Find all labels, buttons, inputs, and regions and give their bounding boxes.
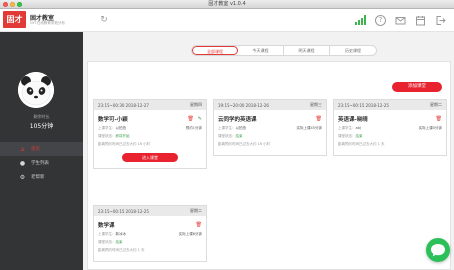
course-card[interactable]: 23:15~00:15 2018-12-25 星期二 数学课 🗑 上课学生：新冰… bbox=[93, 205, 207, 262]
signal-icon bbox=[355, 15, 366, 25]
student-label: 上课学生： bbox=[218, 126, 236, 130]
sidebar-item-label: 学生列表 bbox=[31, 161, 49, 166]
brand-logo: 固才 bbox=[3, 11, 26, 28]
card-weekday: 星期二 bbox=[430, 102, 442, 107]
time-note: 距离预约时间已过去大约 1 天 bbox=[338, 142, 385, 146]
duration-text: 实际上课45分钟 bbox=[296, 126, 322, 130]
trash-icon[interactable]: 🗑 bbox=[196, 222, 202, 228]
card-weekday: 星期四 bbox=[190, 102, 202, 107]
status-value: 结束 bbox=[235, 134, 243, 138]
trash-icon[interactable]: 🗑 bbox=[187, 116, 193, 122]
card-time: 23:15~00:30 2018-12-27 bbox=[98, 102, 149, 108]
card-header: 23:15~00:30 2018-12-27 星期四 bbox=[94, 100, 206, 110]
refresh-icon[interactable]: ↻ bbox=[99, 15, 109, 25]
status-label: 课堂状态： bbox=[98, 134, 116, 138]
logout-icon[interactable] bbox=[435, 15, 446, 26]
student-label: 上课学生： bbox=[98, 232, 116, 236]
tab-all-courses[interactable]: 全部课程 bbox=[192, 46, 238, 55]
sidebar-item-label: 老帮新 bbox=[31, 175, 45, 180]
card-header: 19:15~20:00 2018-12-26 星期三 bbox=[214, 100, 326, 110]
chat-button[interactable] bbox=[426, 238, 450, 262]
card-title: 英语课-晓晴 bbox=[338, 117, 368, 123]
status-label: 课堂状态： bbox=[218, 134, 236, 138]
student-name: abj bbox=[355, 126, 361, 130]
trash-icon[interactable]: 🗑 bbox=[316, 116, 322, 122]
card-header: 23:15~00:15 2018-12-25 星期二 bbox=[334, 100, 446, 110]
duration-text: 预约1分钟 bbox=[185, 126, 202, 130]
status-value: 结束 bbox=[115, 240, 123, 244]
add-classroom-button[interactable]: 添加课堂 bbox=[392, 82, 442, 92]
student-name: 以拍拍 bbox=[115, 126, 127, 130]
trash-icon[interactable]: 🗑 bbox=[436, 116, 442, 122]
course-card[interactable]: 23:15~00:15 2018-12-25 星期二 英语课-晓晴 🗑 上课学生… bbox=[333, 99, 447, 156]
status-value: 结束 bbox=[355, 134, 363, 138]
sidebar-nav: ⌂ 首页 ● 学生列表 ⚙ 老帮新 bbox=[0, 142, 83, 184]
home-icon: ⌂ bbox=[20, 145, 25, 153]
card-title: 数学可-小颖 bbox=[98, 117, 128, 123]
time-note: 距离预约时间已过去大约 16 小时 bbox=[98, 142, 151, 146]
calendar-icon[interactable] bbox=[415, 15, 426, 26]
sidebar-item-home[interactable]: ⌂ 首页 bbox=[0, 142, 83, 156]
card-time: 23:15~00:15 2018-12-25 bbox=[338, 102, 389, 108]
header-icons: ? bbox=[355, 14, 446, 26]
student-label: 上课学生： bbox=[338, 126, 356, 130]
avatar[interactable] bbox=[18, 72, 54, 108]
remaining-time-label: 剩余时长 bbox=[33, 114, 50, 119]
person-icon: ● bbox=[19, 159, 26, 167]
enter-classroom-button[interactable]: 进入课堂 bbox=[122, 153, 178, 162]
time-note: 距离预约时间已过去大约 1 天 bbox=[98, 248, 145, 252]
status-label: 课堂状态： bbox=[98, 240, 116, 244]
course-card[interactable]: 23:15~00:30 2018-12-27 星期四 数学可-小颖 🗑 ✎ 上课… bbox=[93, 99, 207, 169]
window-titlebar: 固才教室 v1.0.4 bbox=[0, 0, 454, 9]
status-value: 即将开始 bbox=[115, 134, 130, 138]
duration-text: 实际上课8分钟 bbox=[178, 232, 202, 236]
card-time: 23:15~00:15 2018-12-25 bbox=[98, 208, 149, 214]
panda-avatar-icon bbox=[18, 72, 54, 108]
card-title: 云同学的英语课 bbox=[218, 117, 257, 123]
card-header: 23:15~00:15 2018-12-25 星期二 bbox=[94, 206, 206, 216]
main-content: 全部课程 今天课程 明天课程 历史课程 添加课堂 23:15~00:30 201… bbox=[83, 32, 454, 270]
sidebar: 剩余时长 105分钟 ⌂ 首页 ● 学生列表 ⚙ 老帮新 bbox=[0, 32, 83, 270]
card-weekday: 星期三 bbox=[310, 102, 322, 107]
brand-subtitle: GYT在线教育学苑分布 bbox=[30, 21, 65, 25]
tab-today-courses[interactable]: 今天课程 bbox=[238, 46, 284, 55]
course-tabs: 全部课程 今天课程 明天课程 历史课程 bbox=[191, 45, 377, 56]
course-panel: 添加课堂 23:15~00:30 2018-12-27 星期四 数学可-小颖 🗑… bbox=[87, 61, 451, 270]
student-name: 以拍拍 bbox=[235, 126, 247, 130]
status-label: 课堂状态： bbox=[338, 134, 356, 138]
card-title: 数学课 bbox=[98, 223, 115, 229]
app-header: 固才 固才教室 GYT在线教育学苑分布 ↻ ? bbox=[0, 9, 454, 32]
gear-icon: ⚙ bbox=[19, 173, 26, 181]
tab-history-courses[interactable]: 历史课程 bbox=[330, 46, 376, 55]
sidebar-item-students[interactable]: ● 学生列表 bbox=[0, 156, 83, 170]
message-icon[interactable] bbox=[395, 15, 406, 26]
student-label: 上课学生： bbox=[98, 126, 116, 130]
time-note: 距离预约时间已过去大约 16 小时 bbox=[218, 142, 271, 146]
sidebar-item-label: 首页 bbox=[31, 147, 40, 152]
window-title: 固才教室 v1.0.4 bbox=[208, 1, 246, 7]
card-weekday: 星期二 bbox=[190, 208, 202, 213]
duration-text: 实际上课0分钟 bbox=[418, 126, 442, 130]
chat-bubble-icon bbox=[431, 244, 445, 257]
tab-tomorrow-courses[interactable]: 明天课程 bbox=[284, 46, 330, 55]
help-icon[interactable]: ? bbox=[375, 14, 386, 26]
edit-icon[interactable]: ✎ bbox=[198, 116, 202, 122]
remaining-minutes: 105分钟 bbox=[29, 123, 54, 130]
sidebar-item-settings[interactable]: ⚙ 老帮新 bbox=[0, 170, 83, 184]
course-card[interactable]: 19:15~20:00 2018-12-26 星期三 云同学的英语课 🗑 上课学… bbox=[213, 99, 327, 156]
card-time: 19:15~20:00 2018-12-26 bbox=[218, 102, 269, 108]
student-name: 新冰冰 bbox=[115, 232, 127, 236]
